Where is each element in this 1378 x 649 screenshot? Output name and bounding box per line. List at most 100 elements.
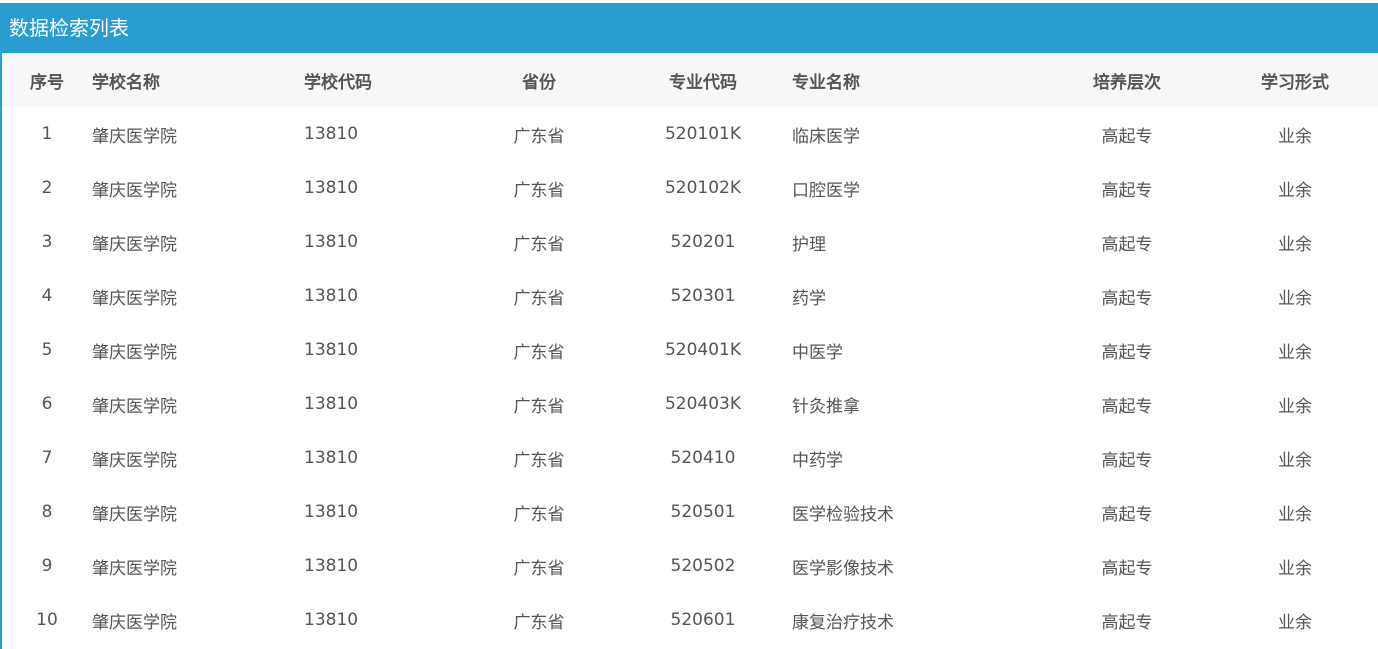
header-level: 培养层次: [1093, 72, 1161, 93]
cell-study-form: 业余: [1278, 234, 1312, 255]
results-table: 序号 学校名称 学校代码 省份 专业代码 专业名称 培养层次 学习形式 1 肇庆医…: [2, 53, 1378, 647]
table-header-row: 序号 学校名称 学校代码 省份 专业代码 专业名称 培养层次 学习形式: [2, 53, 1378, 107]
cell-school-name: 肇庆医学院: [92, 396, 177, 417]
cell-province: 广东省: [513, 396, 565, 417]
cell-major-code: 520101K: [664, 124, 742, 144]
search-results-panel: 数据检索列表 序号 学校名称 学校代码 省份 专业代码 专业名称 培养层次 学习…: [0, 3, 1378, 649]
cell-index: 5: [41, 340, 53, 360]
cell-study-form: 业余: [1278, 288, 1312, 309]
cell-major-code: 520401K: [664, 340, 742, 360]
cell-index: 6: [41, 394, 53, 414]
header-index: 序号: [30, 72, 64, 93]
cell-major-name: 中医学: [792, 342, 843, 363]
cell-index: 8: [41, 502, 53, 522]
cell-school-code: 13810: [304, 610, 359, 630]
cell-major-name: 医学影像技术: [792, 558, 894, 579]
table-row: 1 肇庆医学院 13810 广东省 520101K 临床医学 高起专 业余: [2, 107, 1378, 161]
table-row: 5 肇庆医学院 13810 广东省 520401K 中医学 高起专 业余: [2, 323, 1378, 377]
cell-level: 高起专: [1101, 342, 1153, 363]
cell-school-code: 13810: [304, 178, 359, 198]
cell-school-code: 13810: [304, 394, 359, 414]
cell-major-code: 520410: [670, 448, 736, 468]
header-major-name: 专业名称: [792, 72, 860, 93]
cell-province: 广东省: [513, 180, 565, 201]
cell-province: 广东省: [513, 504, 565, 525]
cell-major-name: 针灸推拿: [792, 396, 860, 417]
table-row: 3 肇庆医学院 13810 广东省 520201 护理 高起专 业余: [2, 215, 1378, 269]
cell-major-code: 520403K: [664, 394, 742, 414]
header-school-code: 学校代码: [304, 72, 372, 93]
cell-major-name: 护理: [792, 234, 826, 255]
cell-school-name: 肇庆医学院: [92, 342, 177, 363]
cell-level: 高起专: [1101, 450, 1153, 471]
cell-index: 1: [41, 124, 53, 144]
cell-school-name: 肇庆医学院: [92, 612, 177, 633]
header-school-name: 学校名称: [92, 72, 160, 93]
cell-school-code: 13810: [304, 286, 359, 306]
cell-province: 广东省: [513, 450, 565, 471]
cell-school-code: 13810: [304, 448, 359, 468]
header-study-form: 学习形式: [1261, 72, 1329, 93]
cell-level: 高起专: [1101, 612, 1153, 633]
cell-province: 广东省: [513, 612, 565, 633]
cell-school-code: 13810: [304, 340, 359, 360]
cell-index: 2: [41, 178, 53, 198]
cell-study-form: 业余: [1278, 504, 1312, 525]
cell-study-form: 业余: [1278, 450, 1312, 471]
cell-school-code: 13810: [304, 124, 359, 144]
table-row: 9 肇庆医学院 13810 广东省 520502 医学影像技术 高起专 业余: [2, 539, 1378, 593]
cell-level: 高起专: [1101, 558, 1153, 579]
cell-level: 高起专: [1101, 396, 1153, 417]
cell-index: 4: [41, 286, 53, 306]
cell-study-form: 业余: [1278, 396, 1312, 417]
table-row: 7 肇庆医学院 13810 广东省 520410 中药学 高起专 业余: [2, 431, 1378, 485]
cell-major-name: 医学检验技术: [792, 504, 894, 525]
header-province: 省份: [522, 72, 556, 93]
cell-province: 广东省: [513, 288, 565, 309]
cell-index: 3: [41, 232, 53, 252]
cell-school-name: 肇庆医学院: [92, 450, 177, 471]
cell-school-name: 肇庆医学院: [92, 504, 177, 525]
cell-province: 广东省: [513, 126, 565, 147]
cell-major-name: 康复治疗技术: [792, 612, 894, 633]
cell-school-name: 肇庆医学院: [92, 180, 177, 201]
cell-school-name: 肇庆医学院: [92, 558, 177, 579]
cell-level: 高起专: [1101, 180, 1153, 201]
cell-study-form: 业余: [1278, 180, 1312, 201]
cell-major-name: 中药学: [792, 450, 843, 471]
cell-major-code: 520601: [670, 610, 736, 630]
table-row: 2 肇庆医学院 13810 广东省 520102K 口腔医学 高起专 业余: [2, 161, 1378, 215]
cell-major-name: 药学: [792, 288, 826, 309]
cell-major-name: 口腔医学: [792, 180, 860, 201]
cell-major-code: 520502: [670, 556, 736, 576]
table-row: 4 肇庆医学院 13810 广东省 520301 药学 高起专 业余: [2, 269, 1378, 323]
cell-study-form: 业余: [1278, 126, 1312, 147]
cell-province: 广东省: [513, 558, 565, 579]
cell-index: 7: [41, 448, 53, 468]
cell-level: 高起专: [1101, 504, 1153, 525]
cell-study-form: 业余: [1278, 612, 1312, 633]
cell-major-code: 520201: [670, 232, 736, 252]
cell-major-code: 520102K: [664, 178, 742, 198]
cell-school-name: 肇庆医学院: [92, 126, 177, 147]
cell-province: 广东省: [513, 234, 565, 255]
cell-province: 广东省: [513, 342, 565, 363]
table-row: 8 肇庆医学院 13810 广东省 520501 医学检验技术 高起专 业余: [2, 485, 1378, 539]
cell-index: 10: [36, 610, 58, 630]
cell-school-code: 13810: [304, 556, 359, 576]
header-major-code: 专业代码: [669, 72, 737, 93]
cell-index: 9: [41, 556, 53, 576]
panel-title: 数据检索列表: [2, 3, 1378, 53]
cell-study-form: 业余: [1278, 558, 1312, 579]
cell-major-code: 520501: [670, 502, 736, 522]
cell-level: 高起专: [1101, 288, 1153, 309]
cell-school-code: 13810: [304, 232, 359, 252]
cell-study-form: 业余: [1278, 342, 1312, 363]
table-row: 10 肇庆医学院 13810 广东省 520601 康复治疗技术 高起专 业余: [2, 593, 1378, 647]
cell-level: 高起专: [1101, 234, 1153, 255]
table-row: 6 肇庆医学院 13810 广东省 520403K 针灸推拿 高起专 业余: [2, 377, 1378, 431]
cell-major-code: 520301: [670, 286, 736, 306]
cell-school-code: 13810: [304, 502, 359, 522]
cell-level: 高起专: [1101, 126, 1153, 147]
cell-major-name: 临床医学: [792, 126, 860, 147]
